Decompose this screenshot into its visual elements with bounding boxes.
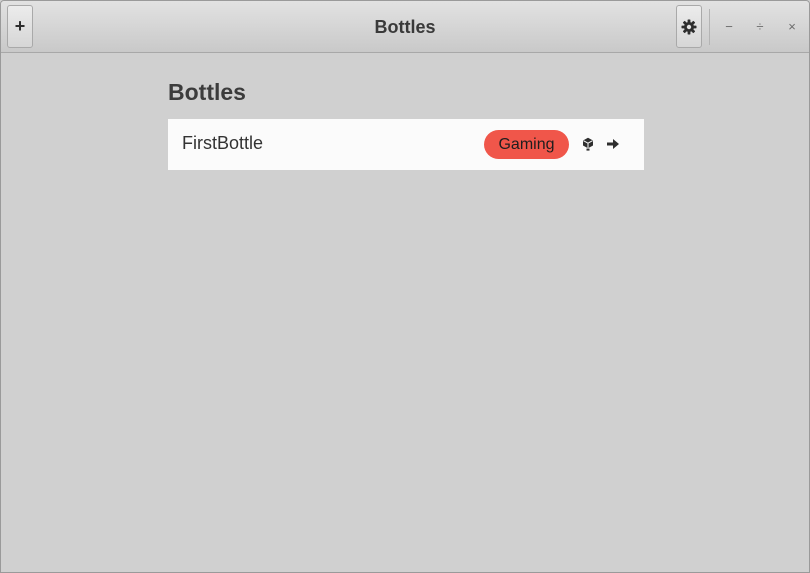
bottles-list: FirstBottle Gaming [168,119,644,170]
headerbar-separator [709,9,710,45]
gear-icon [681,19,697,34]
page-title: Bottles [168,79,246,105]
environment-badge: Gaming [484,130,569,159]
bottles-window: + Bottles − ÷ × Bottles FirstBottle Gami… [0,0,810,573]
headerbar: + Bottles − ÷ × [1,1,809,53]
bottle-name: FirstBottle [182,133,264,153]
close-button[interactable]: × [781,15,803,37]
cube-icon[interactable] [580,136,596,152]
maximize-button[interactable]: ÷ [749,15,771,37]
add-bottle-button[interactable]: + [7,5,33,48]
preferences-button[interactable] [676,5,702,48]
plus-icon: + [14,16,26,36]
list-item[interactable]: FirstBottle Gaming [168,119,644,170]
minimize-button[interactable]: − [718,15,740,37]
arrow-right-icon[interactable] [605,136,621,152]
